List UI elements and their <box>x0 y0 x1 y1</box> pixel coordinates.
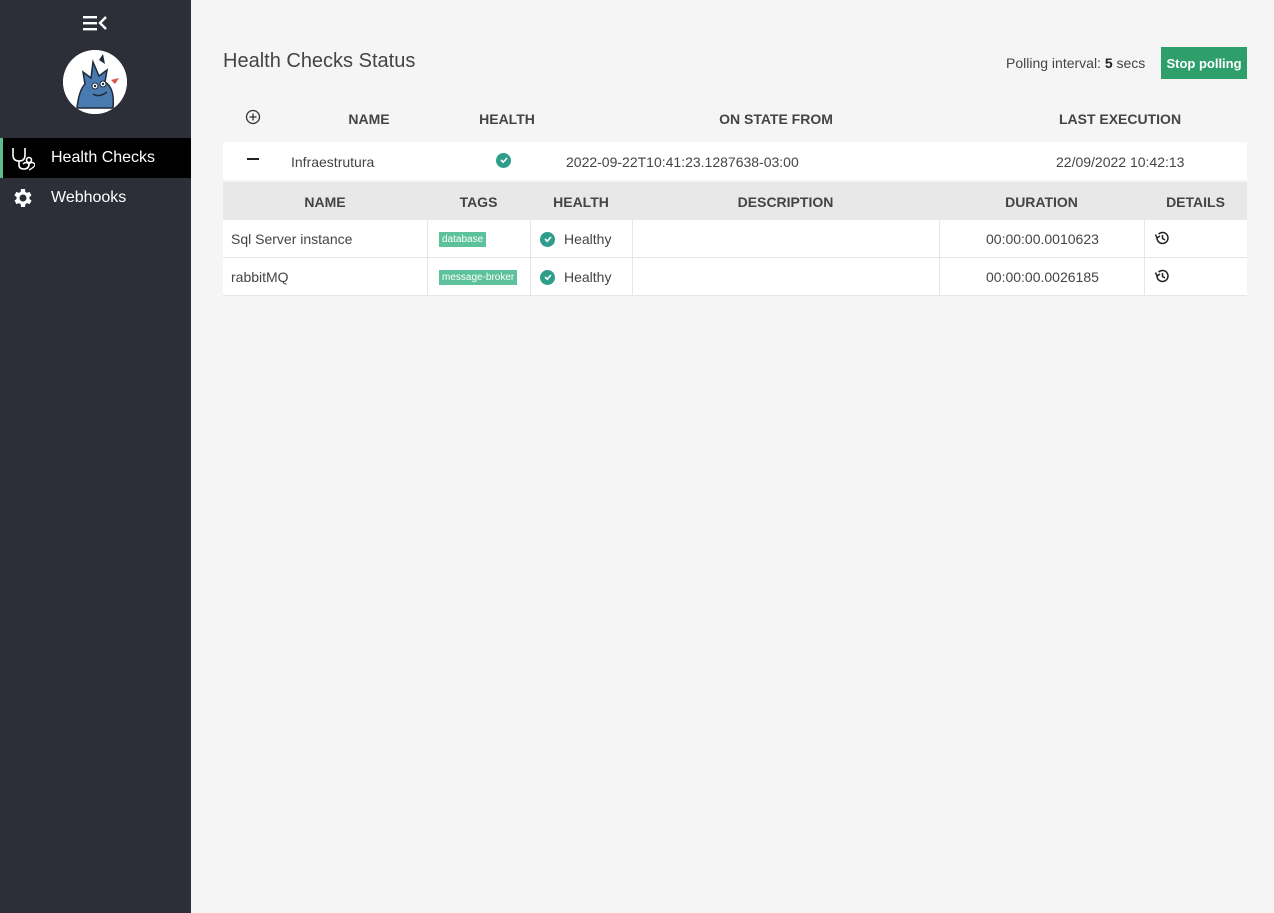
table-row: Infraestrutura 2022-09-22T10:41:23.12876… <box>223 142 1247 180</box>
sidebar-item-health-checks[interactable]: Health Checks <box>0 138 191 178</box>
collapse-menu-icon[interactable] <box>83 13 109 33</box>
history-icon[interactable] <box>1154 220 1170 258</box>
row-name: Infraestrutura <box>291 154 375 170</box>
column-header-duration: DURATION <box>1005 194 1078 210</box>
healthy-check-icon <box>540 231 555 247</box>
collapse-row-icon[interactable] <box>246 152 260 169</box>
healthy-check-icon <box>496 152 511 168</box>
sidebar-item-label: Webhooks <box>51 189 127 206</box>
stethoscope-icon <box>9 145 35 171</box>
page-title: Health Checks Status <box>223 50 416 72</box>
check-name: rabbitMQ <box>231 269 289 285</box>
column-header-description: DESCRIPTION <box>737 194 834 210</box>
column-header-on-state-from: ON STATE FROM <box>719 111 833 127</box>
sidebar-item-webhooks[interactable]: Webhooks <box>0 178 191 218</box>
check-duration: 00:00:00.0026185 <box>986 269 1099 285</box>
row-on-state-from: 2022-09-22T10:41:23.1287638-03:00 <box>566 154 799 170</box>
health-status: Healthy <box>564 231 612 247</box>
polling-label: Polling interval: <box>1006 55 1101 71</box>
column-header-name: NAME <box>348 111 390 127</box>
stop-polling-button[interactable]: Stop polling <box>1161 47 1247 79</box>
column-header-details: DETAILS <box>1166 194 1225 210</box>
tag-badge: message-broker <box>439 269 518 285</box>
sidebar: Health Checks Webhooks <box>0 0 191 913</box>
polling-unit: secs <box>1116 55 1146 71</box>
polling-interval: Polling interval: 5 secs <box>1006 55 1145 71</box>
row-last-execution: 22/09/2022 10:42:13 <box>1056 154 1185 170</box>
column-header-health: HEALTH <box>553 194 609 210</box>
column-header-name: NAME <box>304 194 346 210</box>
health-status: Healthy <box>564 269 612 285</box>
gear-icon <box>9 185 35 211</box>
check-duration: 00:00:00.0010623 <box>986 231 1099 247</box>
sidebar-item-label: Health Checks <box>51 149 156 166</box>
healthy-check-icon <box>540 269 555 285</box>
avatar <box>63 50 127 114</box>
inner-table: NAME TAGS HEALTH DESCRIPTION DURATION DE… <box>223 182 1247 296</box>
table-row: Sql Server instance database Healthy 00:… <box>223 220 1247 258</box>
polling-value: 5 <box>1104 55 1113 71</box>
check-name: Sql Server instance <box>231 231 353 247</box>
table-row: rabbitMQ message-broker Healthy 00:00:00… <box>223 258 1247 296</box>
history-icon[interactable] <box>1154 258 1170 296</box>
tag-badge: database <box>439 231 487 247</box>
inner-table-header: NAME TAGS HEALTH DESCRIPTION DURATION DE… <box>223 182 1247 220</box>
column-header-last-execution: LAST EXECUTION <box>1058 111 1182 127</box>
outer-table-header: NAME HEALTH ON STATE FROM LAST EXECUTION <box>223 100 1247 138</box>
column-header-tags: TAGS <box>459 194 498 210</box>
column-header-health: HEALTH <box>479 111 535 127</box>
expand-all-icon[interactable] <box>245 109 261 128</box>
